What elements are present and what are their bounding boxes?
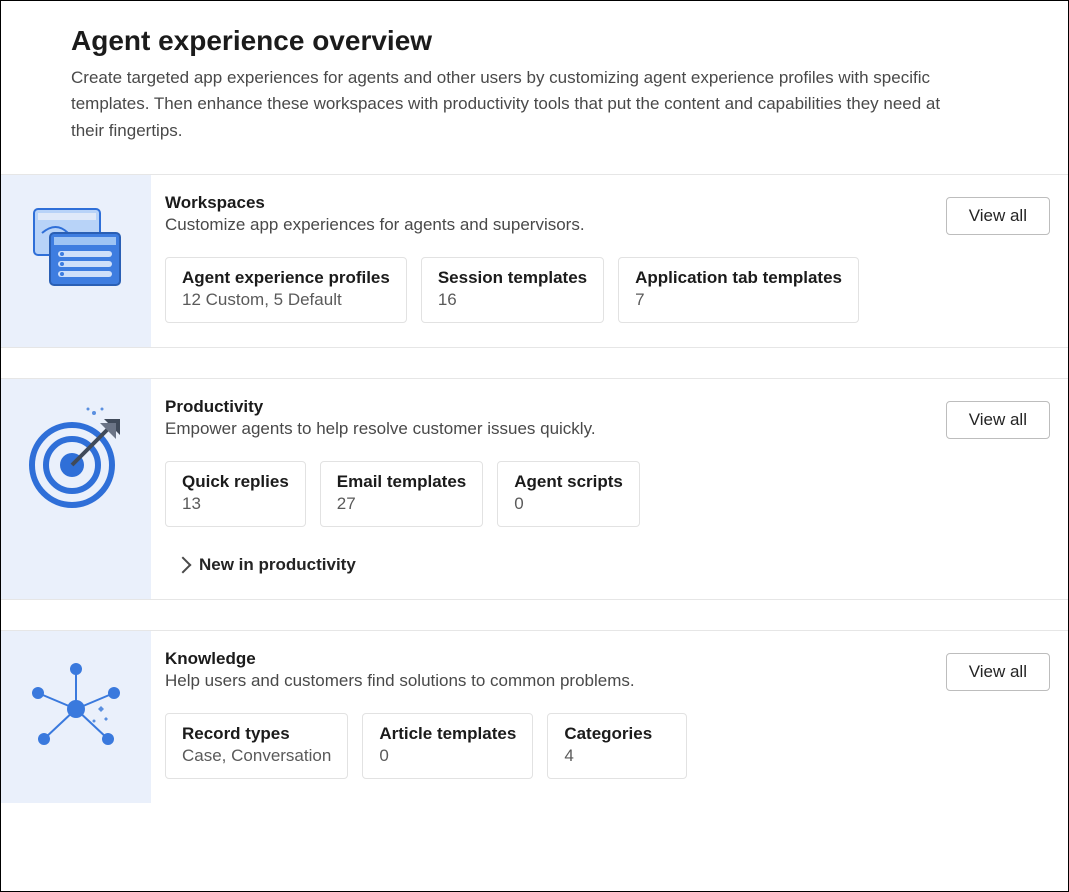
workspaces-icon [28, 203, 124, 296]
card-email-templates[interactable]: Email templates 27 [320, 461, 483, 527]
knowledge-description: Help users and customers find solutions … [165, 671, 635, 691]
card-title: Article templates [379, 724, 516, 744]
network-icon [26, 659, 126, 764]
workspaces-view-all-button[interactable]: View all [946, 197, 1050, 235]
card-title: Agent experience profiles [182, 268, 390, 288]
card-application-tab-templates[interactable]: Application tab templates 7 [618, 257, 859, 323]
card-article-templates[interactable]: Article templates 0 [362, 713, 533, 779]
card-value: 0 [514, 494, 623, 514]
card-quick-replies[interactable]: Quick replies 13 [165, 461, 306, 527]
card-title: Application tab templates [635, 268, 842, 288]
page-title: Agent experience overview [71, 25, 998, 57]
card-title: Record types [182, 724, 331, 744]
card-value: 27 [337, 494, 466, 514]
knowledge-view-all-button[interactable]: View all [946, 653, 1050, 691]
section-productivity: Productivity Empower agents to help reso… [1, 378, 1068, 600]
card-agent-experience-profiles[interactable]: Agent experience profiles 12 Custom, 5 D… [165, 257, 407, 323]
workspaces-description: Customize app experiences for agents and… [165, 215, 585, 235]
card-title: Quick replies [182, 472, 289, 492]
section-workspaces: Workspaces Customize app experiences for… [1, 174, 1068, 348]
productivity-title: Productivity [165, 397, 596, 417]
productivity-description: Empower agents to help resolve customer … [165, 419, 596, 439]
page-description: Create targeted app experiences for agen… [71, 65, 951, 144]
card-value: 4 [564, 746, 670, 766]
new-in-productivity-expander[interactable]: New in productivity [177, 555, 1050, 575]
target-icon [24, 407, 128, 516]
card-value: 7 [635, 290, 842, 310]
card-session-templates[interactable]: Session templates 16 [421, 257, 604, 323]
productivity-icon-col [1, 379, 151, 599]
card-value: 16 [438, 290, 587, 310]
page-header: Agent experience overview Create targete… [1, 1, 1068, 174]
card-value: Case, Conversation [182, 746, 331, 766]
section-knowledge: Knowledge Help users and customers find … [1, 630, 1068, 803]
card-title: Session templates [438, 268, 587, 288]
card-agent-scripts[interactable]: Agent scripts 0 [497, 461, 640, 527]
expander-label: New in productivity [199, 555, 356, 575]
knowledge-icon-col [1, 631, 151, 803]
card-categories[interactable]: Categories 4 [547, 713, 687, 779]
knowledge-title: Knowledge [165, 649, 635, 669]
card-value: 12 Custom, 5 Default [182, 290, 390, 310]
workspaces-icon-col [1, 175, 151, 347]
workspaces-title: Workspaces [165, 193, 585, 213]
card-title: Email templates [337, 472, 466, 492]
chevron-right-icon [175, 557, 192, 574]
productivity-view-all-button[interactable]: View all [946, 401, 1050, 439]
card-record-types[interactable]: Record types Case, Conversation [165, 713, 348, 779]
card-title: Categories [564, 724, 670, 744]
card-title: Agent scripts [514, 472, 623, 492]
card-value: 13 [182, 494, 289, 514]
card-value: 0 [379, 746, 516, 766]
